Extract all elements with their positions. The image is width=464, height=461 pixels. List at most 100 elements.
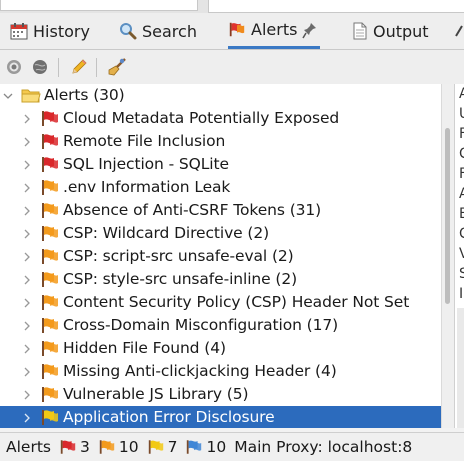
chevron-right-icon (24, 367, 30, 376)
alert-tree-item[interactable]: Remote File Inclusion (0, 130, 441, 153)
info-risk-flag-icon (187, 440, 202, 454)
tab-history-label: History (33, 21, 90, 41)
status-medium-alerts[interactable]: 10 (98, 438, 139, 456)
tab-alerts[interactable]: Alerts (228, 13, 321, 49)
chevron-right-icon (24, 390, 30, 399)
tab-search[interactable]: Search (119, 13, 197, 49)
status-info-alerts[interactable]: 10 (185, 438, 226, 456)
expand-toggle[interactable] (3, 89, 13, 103)
alert-tree-item[interactable]: SQL Injection - SQLite (0, 153, 441, 176)
status-high-count: 3 (79, 438, 90, 456)
alert-tree-item-label: Absence of Anti-CSRF Tokens (31) (63, 201, 322, 219)
upper-right-panel (208, 0, 464, 13)
status-proxy-text: Main Proxy: localhost:8 (234, 438, 413, 456)
pin-icon[interactable] (302, 21, 320, 39)
high-risk-flag-icon (60, 440, 76, 454)
globe-icon (33, 60, 47, 74)
alert-tree-item[interactable]: Cloud Metadata Potentially Exposed (0, 107, 441, 130)
medium-risk-flag-icon (42, 180, 58, 195)
alert-tree-item-label: CSP: style-src unsafe-inline (2) (63, 270, 298, 288)
medium-risk-flag-icon (42, 364, 58, 379)
tree-vertical-scrollbar[interactable] (441, 84, 454, 428)
expand-toggle[interactable] (22, 365, 32, 379)
alert-tree-item[interactable]: Hidden File Found (4) (0, 337, 441, 360)
alert-tree-item[interactable]: Vulnerable JS Library (5) (0, 383, 441, 406)
pencil-icon (72, 59, 87, 74)
status-bar: Alerts 3 10 7 10 Main Proxy: localhost:8 (0, 432, 464, 461)
alert-tree-item-label: SQL Injection - SQLite (63, 155, 229, 173)
details-scrollbar[interactable] (457, 308, 464, 428)
expand-toggle[interactable] (22, 388, 32, 402)
expand-toggle[interactable] (22, 250, 32, 264)
alert-tree-item[interactable]: .env Information Leak (0, 176, 441, 199)
alert-tree-item[interactable]: Cross-Domain Misconfiguration (17) (0, 314, 441, 337)
tab-output[interactable]: Output (352, 13, 429, 49)
top-panel-edge (0, 0, 464, 13)
chevron-right-icon (24, 229, 30, 238)
history-calendar-icon (10, 22, 28, 39)
target-icon (7, 60, 21, 74)
chevron-right-icon (24, 344, 30, 353)
alert-tree-item[interactable]: CSP: script-src unsafe-eval (2) (0, 245, 441, 268)
expand-toggle[interactable] (22, 181, 32, 195)
alert-tree-item[interactable]: CSP: style-src unsafe-inline (2) (0, 268, 441, 291)
expand-toggle[interactable] (22, 411, 32, 425)
alert-details-pane: AUFCFAECVSI (454, 84, 464, 428)
medium-risk-flag-icon (42, 249, 58, 264)
expand-toggle[interactable] (22, 342, 32, 356)
medium-risk-flag-icon (42, 203, 58, 218)
alerts-flag-icon (229, 22, 245, 37)
expand-toggle[interactable] (22, 319, 32, 333)
status-high-alerts[interactable]: 3 (59, 438, 90, 456)
clean-alerts-button[interactable] (107, 57, 127, 77)
edit-alert-button[interactable] (69, 57, 89, 77)
alert-tree-item[interactable]: Content Security Policy (CSP) Header Not… (0, 291, 441, 314)
toolbar-separator (58, 58, 59, 77)
tree-root-alerts[interactable]: Alerts (30) (0, 84, 441, 107)
alert-tree-item[interactable]: Absence of Anti-CSRF Tokens (31) (0, 199, 441, 222)
status-low-count: 7 (167, 438, 178, 456)
alert-tree-item-label: Missing Anti-clickjacking Header (4) (63, 362, 337, 380)
folder-icon (21, 89, 41, 103)
chevron-right-icon (24, 321, 30, 330)
details-text-fragment: A (459, 186, 464, 202)
alert-tree-item[interactable]: Missing Anti-clickjacking Header (4) (0, 360, 441, 383)
tab-overflow[interactable] (454, 13, 464, 49)
search-icon (120, 23, 137, 40)
details-text-fragment: F (459, 126, 464, 142)
details-text-fragment: V (459, 246, 464, 262)
medium-risk-flag-icon (42, 318, 58, 333)
medium-risk-flag-icon (99, 440, 115, 454)
chevron-right-icon (24, 183, 30, 192)
scrollbar-thumb[interactable] (445, 128, 450, 304)
alert-tree-item-label: Remote File Inclusion (63, 132, 226, 150)
high-risk-flag-icon (42, 134, 58, 149)
tab-alerts-label: Alerts (251, 20, 298, 39)
target-scope-button[interactable] (4, 57, 24, 77)
status-info-count: 10 (206, 438, 227, 456)
alert-tree-item-label: Vulnerable JS Library (5) (63, 385, 249, 403)
alert-tree-item[interactable]: CSP: Wildcard Directive (2) (0, 222, 441, 245)
details-text-fragment: I (459, 286, 464, 302)
high-risk-flag-icon (42, 111, 58, 126)
details-text-fragment: C (459, 146, 464, 162)
expand-toggle[interactable] (22, 227, 32, 241)
expand-toggle[interactable] (22, 112, 32, 126)
expand-toggle[interactable] (22, 296, 32, 310)
status-low-alerts[interactable]: 7 (147, 438, 178, 456)
expand-toggle[interactable] (22, 158, 32, 172)
chevron-right-icon (24, 252, 30, 261)
alert-tree-item[interactable]: Application Error Disclosure (0, 406, 441, 428)
medium-risk-flag-icon (42, 341, 58, 356)
alerts-toolbar (0, 50, 464, 84)
globe-filter-button[interactable] (30, 57, 50, 77)
tab-output-label: Output (373, 21, 429, 41)
tab-history[interactable]: History (10, 13, 90, 49)
expand-toggle[interactable] (22, 204, 32, 218)
details-text-fragment: U (459, 106, 464, 122)
expand-toggle[interactable] (22, 273, 32, 287)
toolbar-separator (96, 58, 97, 77)
expand-toggle[interactable] (22, 135, 32, 149)
status-medium-count: 10 (118, 438, 139, 456)
alerts-tree[interactable]: Alerts (30) Cloud Metadata Potentially Ex… (0, 84, 441, 428)
